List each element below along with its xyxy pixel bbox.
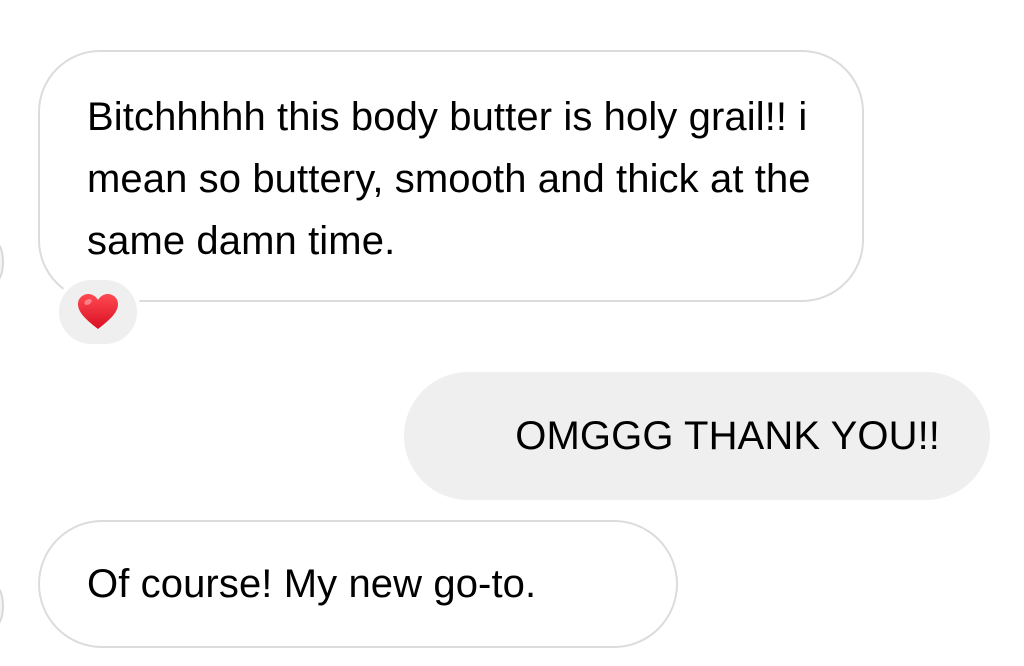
reaction-badge[interactable] — [55, 276, 141, 348]
message-bubble-incoming[interactable]: Bitchhhhh this body butter is holy grail… — [38, 50, 864, 302]
heart-icon — [77, 293, 119, 331]
message-text: Bitchhhhh this body butter is holy grail… — [87, 95, 811, 263]
sender-avatar[interactable] — [0, 242, 4, 282]
sender-avatar[interactable] — [0, 586, 4, 626]
message-bubble-outgoing[interactable]: OMGGG THANK YOU!! — [404, 372, 990, 500]
message-thread: Bitchhhhh this body butter is holy grail… — [0, 0, 1024, 666]
message-text: Of course! My new go-to. — [87, 562, 537, 606]
message-bubble-incoming[interactable]: Of course! My new go-to. — [38, 520, 678, 648]
message-text: OMGGG THANK YOU!! — [515, 414, 940, 458]
